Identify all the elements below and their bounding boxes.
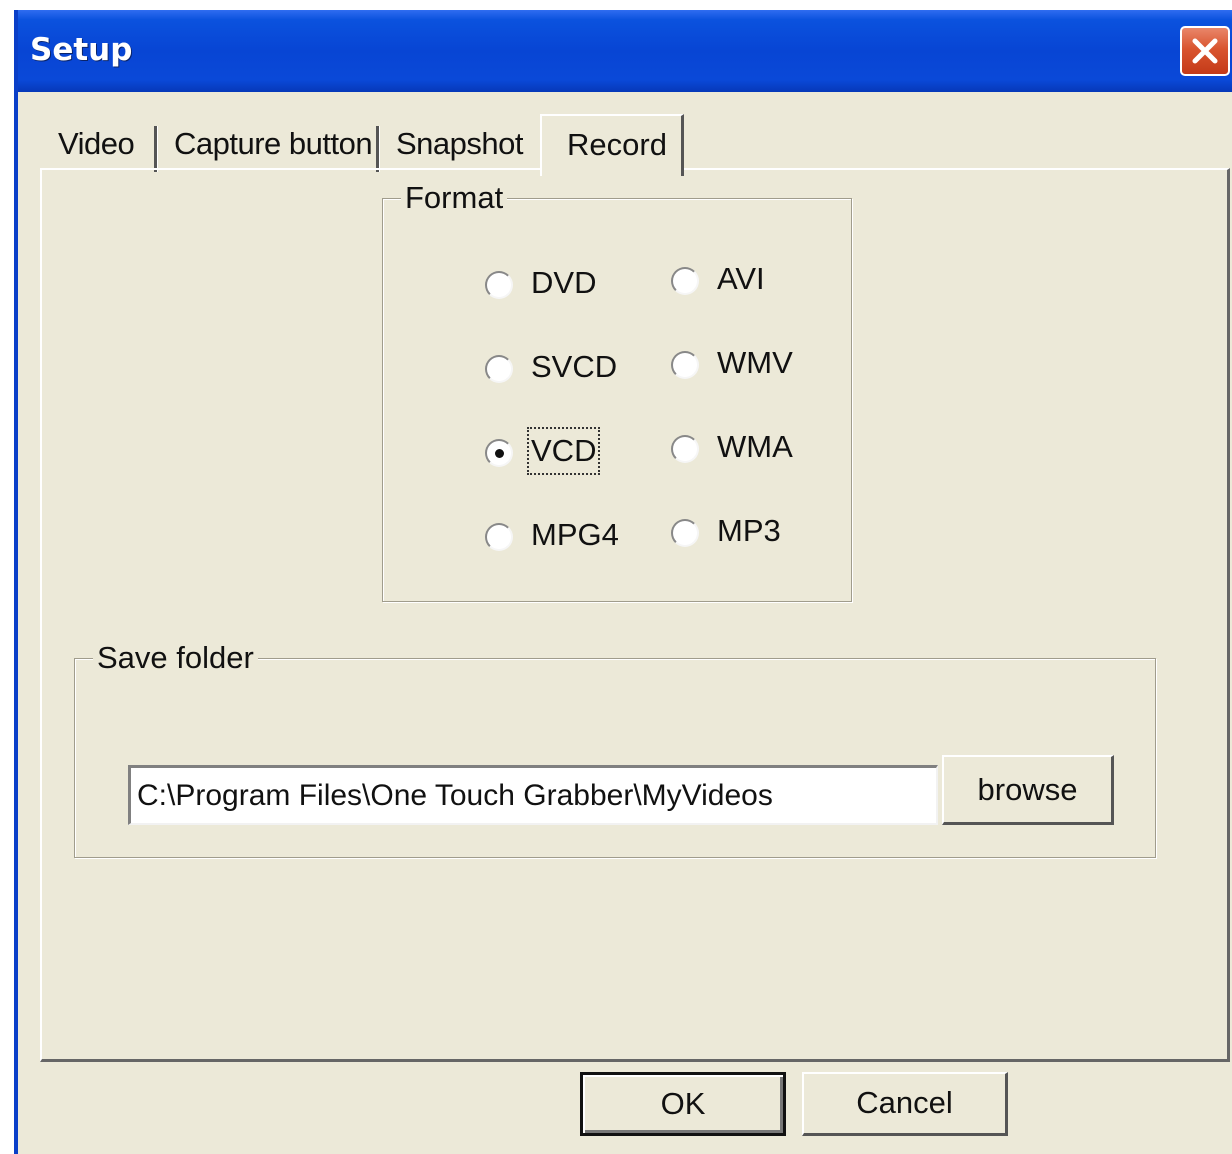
- radio-label: DVD: [531, 265, 597, 300]
- window-title: Setup: [30, 32, 133, 68]
- radio-vcd[interactable]: VCD: [485, 427, 615, 477]
- save-folder-group-label: Save folder: [93, 639, 258, 677]
- radio-mp3[interactable]: MP3: [671, 513, 801, 557]
- radio-label: MP3: [717, 513, 781, 548]
- tab-separator: [154, 126, 158, 172]
- radio-label: AVI: [717, 261, 765, 296]
- radio-mpg4[interactable]: MPG4: [485, 517, 635, 561]
- radio-avi[interactable]: AVI: [671, 261, 791, 305]
- tab-separator: [376, 126, 380, 172]
- radio-label: VCD: [526, 427, 601, 475]
- radio-label: MPG4: [531, 517, 619, 552]
- cancel-button[interactable]: Cancel: [802, 1072, 1008, 1136]
- save-folder-path-input[interactable]: [128, 765, 938, 825]
- radio-button[interactable]: [485, 523, 513, 551]
- title-bar[interactable]: Setup: [18, 10, 1232, 92]
- radio-wmv[interactable]: WMV: [671, 345, 811, 389]
- radio-wma[interactable]: WMA: [671, 429, 811, 473]
- radio-dot: [495, 449, 504, 458]
- radio-label: WMA: [717, 429, 793, 464]
- browse-button-label: browse: [977, 772, 1078, 807]
- cancel-button-label: Cancel: [856, 1085, 953, 1120]
- radio-button-selected[interactable]: [485, 439, 513, 467]
- radio-button[interactable]: [671, 435, 699, 463]
- radio-label: SVCD: [531, 349, 618, 384]
- tab-capture-button[interactable]: Capture button: [174, 120, 373, 168]
- close-button[interactable]: [1180, 26, 1230, 76]
- radio-svcd[interactable]: SVCD: [485, 349, 625, 393]
- setup-dialog: Setup Video Capture button Snapshot Reco…: [14, 10, 1232, 1154]
- tab-record[interactable]: Record: [540, 114, 684, 176]
- radio-button[interactable]: [671, 519, 699, 547]
- radio-label: WMV: [717, 345, 793, 380]
- radio-button[interactable]: [485, 355, 513, 383]
- radio-button[interactable]: [671, 267, 699, 295]
- format-group-label: Format: [401, 179, 508, 217]
- tab-record-label: Record: [567, 127, 667, 162]
- radio-button[interactable]: [671, 351, 699, 379]
- radio-button[interactable]: [485, 271, 513, 299]
- tab-snapshot[interactable]: Snapshot: [396, 120, 524, 168]
- tab-video[interactable]: Video: [58, 120, 135, 168]
- ok-button[interactable]: OK: [580, 1072, 786, 1136]
- close-icon: [1192, 38, 1218, 64]
- browse-button[interactable]: browse: [942, 755, 1114, 825]
- radio-dvd[interactable]: DVD: [485, 265, 615, 309]
- ok-button-label: OK: [660, 1086, 706, 1121]
- format-group: Format DVD AVI SVCD WMV VCD WMA MPG4 MP3: [382, 179, 852, 602]
